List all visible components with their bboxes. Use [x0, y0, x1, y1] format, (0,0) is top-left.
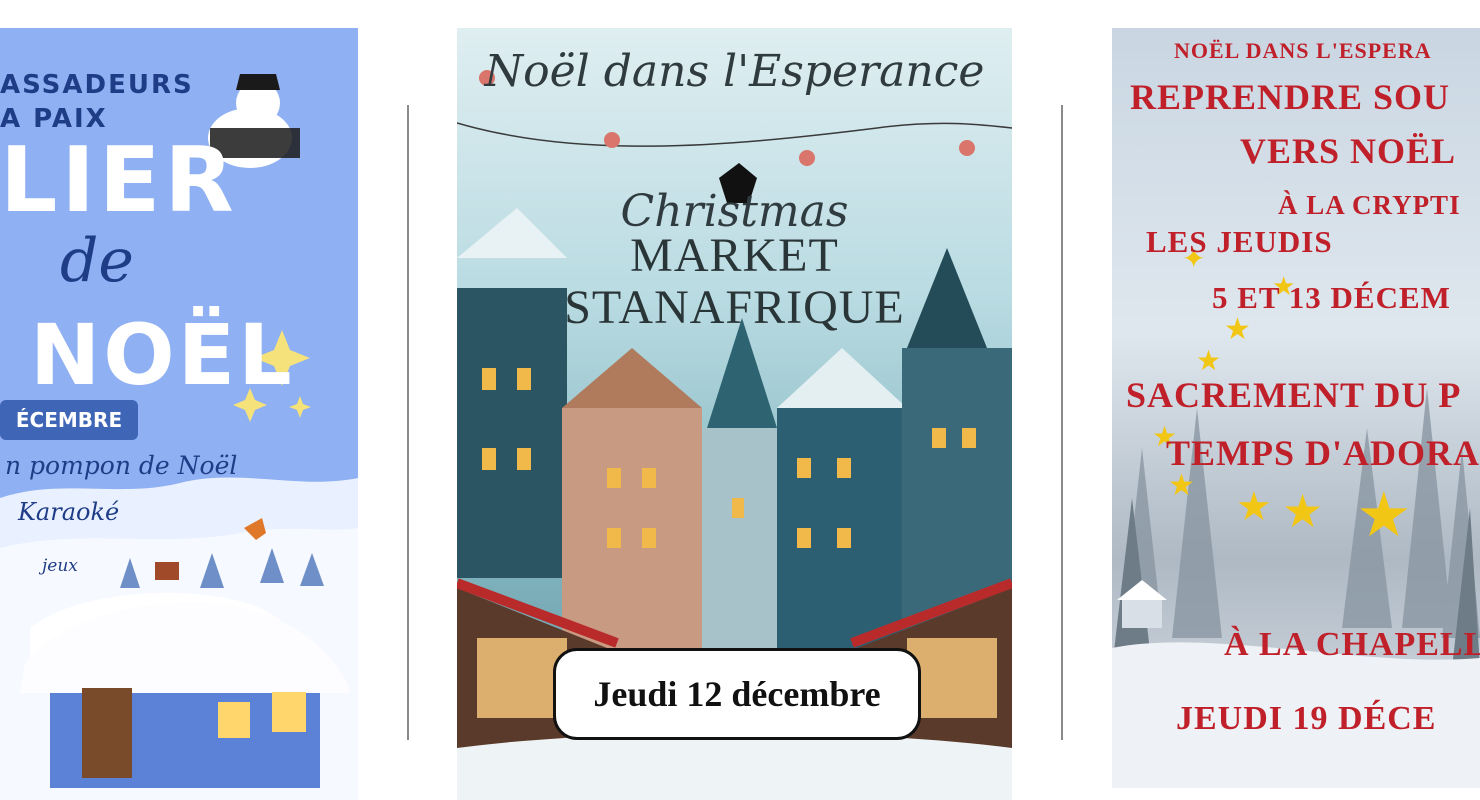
- poster-1-activity-karaoke: Karaoké: [18, 498, 120, 526]
- divider-right: [1061, 105, 1063, 740]
- poster-1-title-de: de: [60, 226, 134, 296]
- star-icon: ★: [1196, 344, 1222, 377]
- poster-1-activity-pompon: n pompon de Noël: [5, 451, 238, 480]
- poster-atelier-de-noel[interactable]: ASSADEURS A PAIX LIER de NOËL ÉCEMBRE n …: [0, 28, 358, 800]
- star-icon: ★: [1356, 478, 1412, 551]
- poster-3-line-3: VERS NOËL: [1240, 131, 1457, 171]
- star-icon: ★: [1282, 484, 1324, 538]
- poster-3-line-1: NOËL DANS L'ESPERA: [1174, 38, 1432, 63]
- poster-1-activity-jeux: jeux: [42, 556, 78, 576]
- poster-1-org-line1: ASSADEURS: [0, 70, 194, 100]
- poster-3-line-10: JEUDI 19 DÉCE: [1176, 700, 1437, 737]
- poster-1-title-noel: NOËL: [30, 306, 295, 404]
- poster-2-date-label: Jeudi 12 décembre: [553, 648, 921, 740]
- star-icon: ★: [1236, 484, 1272, 530]
- poster-1-date-badge: ÉCEMBRE: [0, 400, 138, 440]
- poster-2-heading: Noël dans l'Esperance: [484, 46, 985, 97]
- poster-3-line-6: 5 ET 13 DÉCEM: [1212, 280, 1451, 315]
- poster-3-line-7: SACREMENT DU P: [1126, 375, 1462, 415]
- poster-1-title-atelier: LIER: [0, 128, 238, 233]
- poster-3-line-9: À LA CHAPELL: [1224, 626, 1480, 663]
- poster-2-stanafrique: STANAFRIQUE: [564, 281, 905, 334]
- poster-3-line-8: TEMPS D'ADORA: [1166, 433, 1480, 473]
- divider-left: [407, 105, 409, 740]
- poster-christmas-market[interactable]: Noël dans l'Esperance Christmas MARKET S…: [457, 28, 1012, 800]
- poster-reprendre-souffle[interactable]: ✦ ★ ★ ★ ★ ★ ★ ★ ★ NOËL DANS L'ESPERA REP…: [1112, 28, 1480, 788]
- poster-2-market: MARKET: [630, 229, 839, 282]
- poster-3-line-5: LES JEUDIS: [1146, 224, 1333, 259]
- poster-3-line-2: REPRENDRE SOU: [1130, 77, 1451, 117]
- poster-3-line-4: À LA CRYPTI: [1278, 190, 1461, 220]
- star-icon: ★: [1224, 312, 1251, 347]
